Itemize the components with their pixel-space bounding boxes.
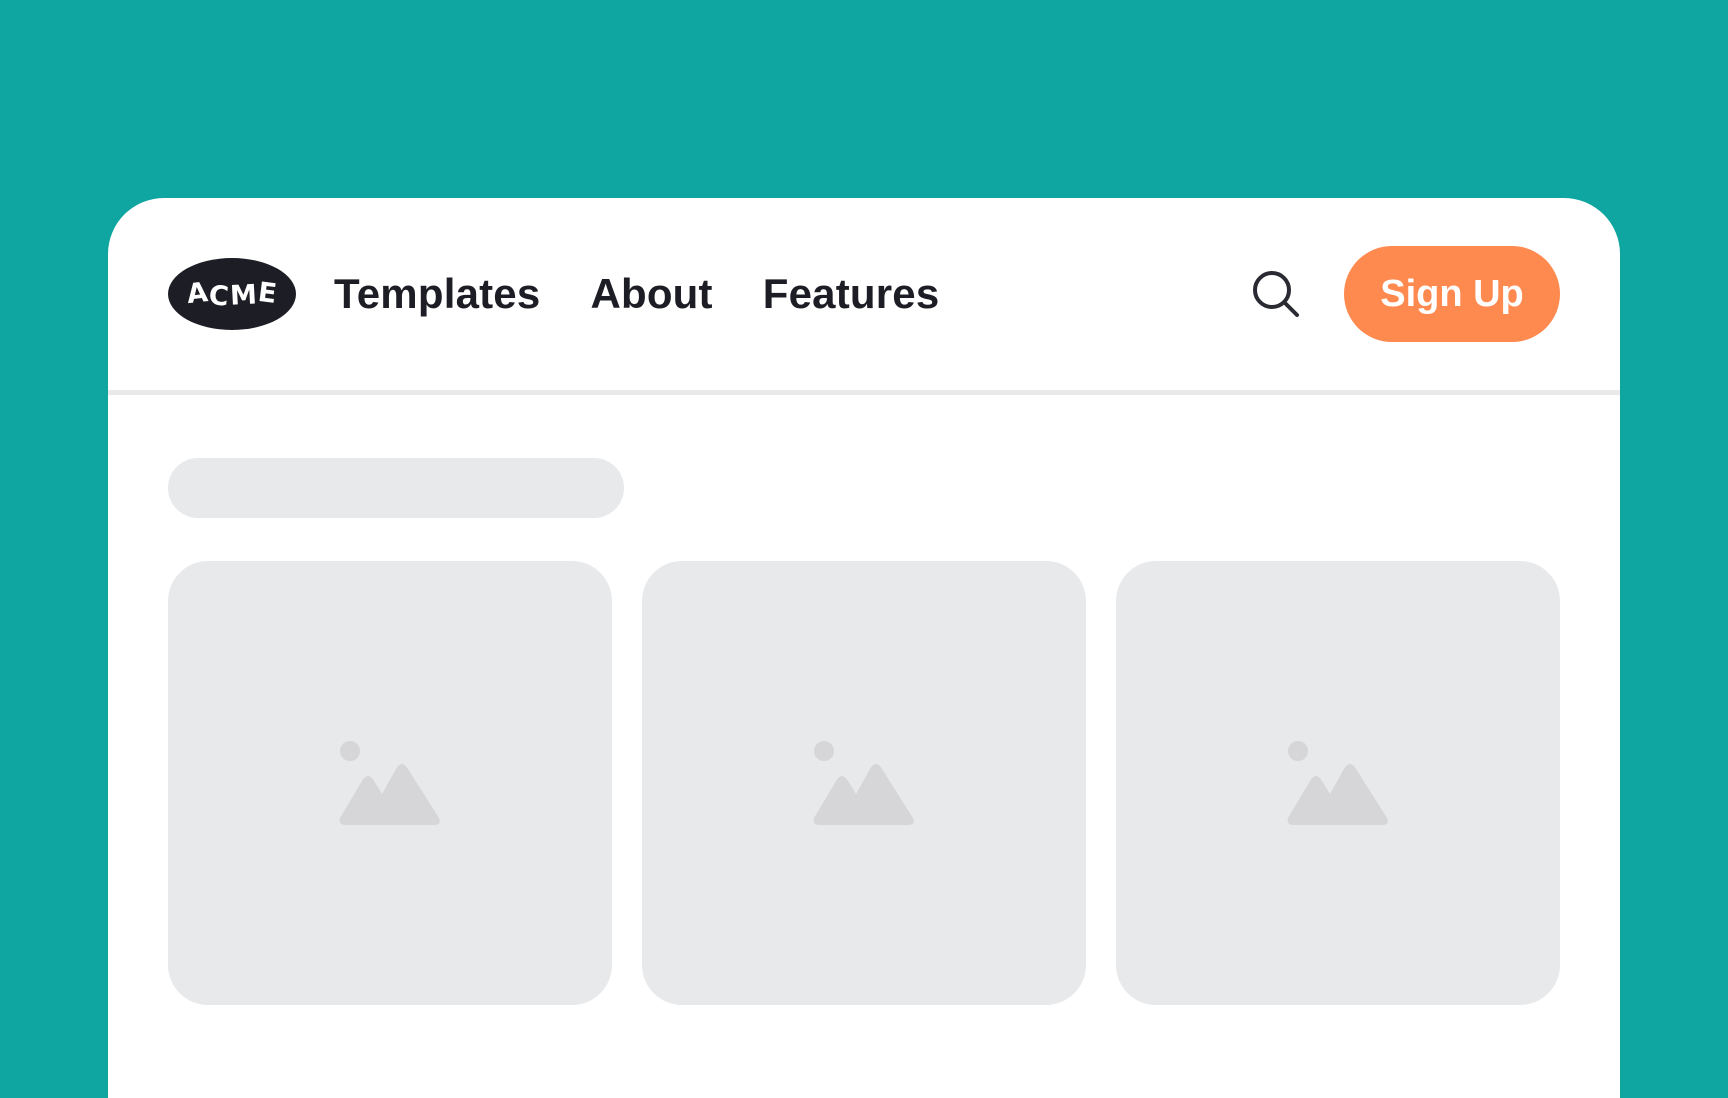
nav-links: Templates About Features	[334, 264, 939, 324]
navbar: ACME Templates About Features Sign Up	[108, 198, 1620, 390]
image-placeholder-icon	[813, 741, 914, 825]
browser-window: ACME Templates About Features Sign Up	[108, 198, 1620, 1098]
template-card[interactable]	[1116, 561, 1560, 1005]
title-placeholder	[168, 458, 624, 518]
template-card[interactable]	[642, 561, 1086, 1005]
template-card[interactable]	[168, 561, 612, 1005]
nav-link-about[interactable]: About	[590, 270, 712, 318]
search-button[interactable]	[1248, 266, 1304, 322]
navbar-divider	[108, 390, 1620, 395]
sign-up-button[interactable]: Sign Up	[1344, 246, 1560, 342]
search-icon	[1253, 271, 1299, 317]
nav-link-features[interactable]: Features	[763, 270, 940, 318]
logo-letter: E	[255, 276, 279, 310]
logo-letter: A	[185, 276, 211, 310]
acme-logo[interactable]: ACME	[168, 258, 296, 330]
image-placeholder-icon	[1287, 741, 1388, 825]
nav-link-templates[interactable]: Templates	[334, 270, 540, 318]
image-placeholder-icon	[339, 741, 440, 825]
logo-letter: M	[228, 278, 259, 312]
logo-letter: C	[207, 279, 231, 313]
